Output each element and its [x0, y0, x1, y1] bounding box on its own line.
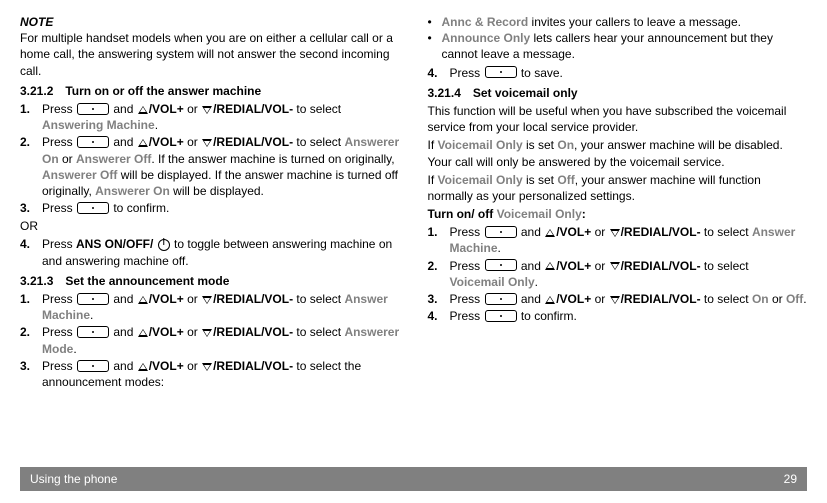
section-3214-head: 3.21.4 Set voicemail only — [428, 85, 808, 101]
down-icon — [202, 106, 212, 114]
section-3213-step4: 4. Press to save. — [428, 65, 808, 81]
menu-softkey-icon — [485, 293, 517, 305]
announcement-modes-list: •Annc & Record invites your callers to l… — [428, 14, 808, 63]
down-icon — [610, 262, 620, 270]
left-column: NOTE For multiple handset models when yo… — [20, 12, 400, 460]
note-body: For multiple handset models when you are… — [20, 31, 393, 77]
up-icon — [545, 262, 555, 270]
voicemail-on-para: If Voicemail Only is set On, your answer… — [428, 137, 808, 169]
menu-softkey-icon — [77, 202, 109, 214]
down-icon — [202, 329, 212, 337]
up-icon — [545, 229, 555, 237]
step-text: Press and /VOL+ or /REDIAL/VOL- to selec… — [450, 258, 808, 290]
menu-softkey-icon — [77, 360, 109, 372]
step-text: Press and /VOL+ or /REDIAL/VOL- to selec… — [450, 224, 808, 256]
down-icon — [610, 296, 620, 304]
page-footer: Using the phone 29 — [20, 467, 807, 491]
step-text: Press to save. — [450, 65, 808, 81]
voicemail-off-para: If Voicemail Only is set Off, your answe… — [428, 172, 808, 204]
menu-softkey-icon — [485, 226, 517, 238]
section-3213-steps: 1. Press and /VOL+ or /REDIAL/VOL- to se… — [20, 291, 400, 390]
menu-softkey-icon — [485, 310, 517, 322]
section-3214-intro: This function will be useful when you ha… — [428, 103, 808, 135]
note-label: NOTE — [20, 15, 53, 29]
section-3212-steps-alt: 4. Press ANS ON/OFF/ to toggle between a… — [20, 236, 400, 268]
section-3212-head: 3.21.2 Turn on or off the answer machine — [20, 83, 400, 99]
menu-softkey-icon — [77, 136, 109, 148]
menu-softkey-icon — [485, 66, 517, 78]
menu-softkey-icon — [77, 326, 109, 338]
page-columns: NOTE For multiple handset models when yo… — [20, 12, 807, 460]
step-text: Press and /VOL+ or /REDIAL/VOL- to selec… — [42, 324, 400, 356]
up-icon — [138, 329, 148, 337]
step-text: Press and /VOL+ or /REDIAL/VOL- to selec… — [450, 291, 808, 307]
step-text: Press ANS ON/OFF/ to toggle between answ… — [42, 236, 400, 268]
up-icon — [138, 363, 148, 371]
up-icon — [138, 139, 148, 147]
step-text: Press and /VOL+ or /REDIAL/VOL- to selec… — [42, 358, 400, 390]
menu-softkey-icon — [77, 103, 109, 115]
footer-title: Using the phone — [30, 471, 117, 487]
step-text: Press and /VOL+ or /REDIAL/VOL- to selec… — [42, 134, 400, 199]
right-column: •Annc & Record invites your callers to l… — [428, 12, 808, 460]
step-text: Press and /VOL+ or /REDIAL/VOL- to selec… — [42, 101, 400, 133]
up-icon — [138, 106, 148, 114]
step-text: Press to confirm. — [450, 308, 808, 324]
or-label: OR — [20, 218, 400, 234]
power-icon — [158, 239, 170, 251]
step-text: Press to confirm. — [42, 200, 400, 216]
down-icon — [202, 363, 212, 371]
menu-softkey-icon — [485, 259, 517, 271]
up-icon — [138, 296, 148, 304]
turn-onoff-head: Turn on/ off Voicemail Only: — [428, 206, 808, 222]
menu-softkey-icon — [77, 293, 109, 305]
up-icon — [545, 296, 555, 304]
down-icon — [610, 229, 620, 237]
step-text: Press and /VOL+ or /REDIAL/VOL- to selec… — [42, 291, 400, 323]
note-block: NOTE For multiple handset models when yo… — [20, 14, 400, 79]
section-3212-steps: 1. Press and /VOL+ or /REDIAL/VOL- to se… — [20, 101, 400, 216]
list-item: Annc & Record invites your callers to le… — [442, 14, 741, 30]
down-icon — [202, 139, 212, 147]
section-3214-steps: 1. Press and /VOL+ or /REDIAL/VOL- to se… — [428, 224, 808, 324]
down-icon — [202, 296, 212, 304]
footer-page-number: 29 — [784, 471, 797, 487]
list-item: Announce Only lets callers hear your ann… — [442, 30, 808, 62]
section-3213-head: 3.21.3 Set the announcement mode — [20, 273, 400, 289]
